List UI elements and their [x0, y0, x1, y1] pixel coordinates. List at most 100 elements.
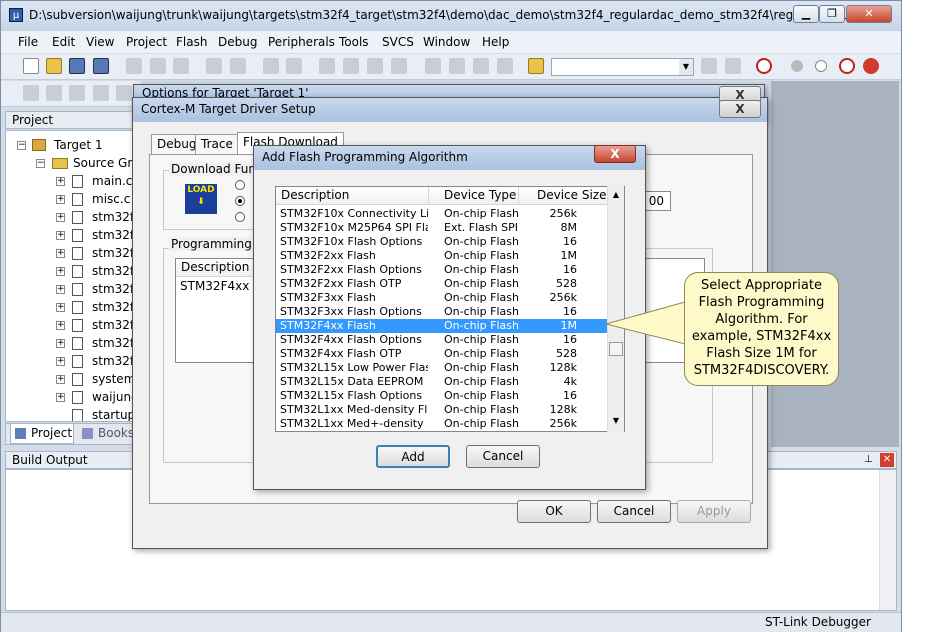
erase-full-radio[interactable] [235, 180, 245, 190]
bookmark-prev-icon[interactable] [343, 58, 359, 74]
tree-item-file[interactable]: misc.c [92, 190, 130, 208]
project-tree[interactable]: − Target 1 − Source Gro + main.c + misc.… [5, 130, 133, 422]
translate-icon[interactable] [23, 85, 39, 101]
cut-icon[interactable] [126, 58, 142, 74]
breakpoint-enable-icon[interactable] [815, 60, 827, 72]
apply-button[interactable]: Apply [677, 500, 751, 523]
algorithm-row[interactable]: STM32F4xx Flash On-chip Flash 1M [276, 319, 608, 333]
erase-sectors-radio[interactable] [235, 196, 245, 206]
menu-debug[interactable]: Debug [218, 35, 257, 49]
expand-icon[interactable]: + [56, 195, 65, 204]
expand-icon[interactable]: + [56, 231, 65, 240]
nav-forward-icon[interactable] [286, 58, 302, 74]
breakpoint-disable-icon[interactable] [839, 58, 855, 74]
chevron-down-icon[interactable]: ▼ [679, 59, 693, 75]
algorithm-row[interactable]: STM32L15x Flash Options On-chip Flash 16 [276, 389, 608, 403]
tree-item-file[interactable]: stm32f4 [92, 226, 132, 244]
column-device-size[interactable]: Device Size [519, 187, 608, 205]
pin-icon[interactable]: ⊥ [864, 454, 876, 466]
expand-icon[interactable]: + [56, 285, 65, 294]
cancel-button[interactable]: Cancel [597, 500, 671, 523]
find-in-files-icon[interactable] [528, 58, 544, 74]
rebuild-icon[interactable] [69, 85, 85, 101]
redo-icon[interactable] [230, 58, 246, 74]
add-flash-cancel-button[interactable]: Cancel [466, 445, 540, 468]
breakpoint-icon[interactable] [791, 60, 803, 72]
expand-icon[interactable]: + [56, 321, 65, 330]
build-output-scrollbar[interactable] [879, 470, 896, 610]
bookmark-icon[interactable] [319, 58, 335, 74]
menu-svcs[interactable]: SVCS [382, 35, 414, 49]
tree-item-file[interactable]: stm32f4 [92, 298, 132, 316]
collapse-icon[interactable]: − [36, 159, 45, 168]
debug-session-icon[interactable] [756, 58, 772, 74]
expand-icon[interactable]: + [56, 393, 65, 402]
tree-item-file[interactable]: stm32f4 [92, 244, 132, 262]
tree-item-file[interactable]: stm32f4 [92, 316, 132, 334]
open-folder-icon[interactable] [46, 58, 62, 74]
undo-icon[interactable] [206, 58, 222, 74]
tree-item-file[interactable]: waijung [92, 388, 132, 406]
comment-icon[interactable] [473, 58, 489, 74]
algorithm-row[interactable]: STM32L15x Data EEPROM On-chip Flash 4k [276, 375, 608, 389]
algorithm-row[interactable]: STM32F4xx Flash Options On-chip Flash 16 [276, 333, 608, 347]
tree-item-target[interactable]: Target 1 [54, 136, 103, 154]
expand-icon[interactable]: + [56, 213, 65, 222]
tab-project[interactable]: Project [10, 424, 74, 444]
load-icon[interactable] [116, 85, 132, 101]
incremental-find-icon[interactable] [725, 58, 741, 74]
algorithm-row[interactable]: STM32L1xx Med-density Flash On-chip Flash… [276, 403, 608, 417]
expand-icon[interactable]: + [56, 177, 65, 186]
tree-item-file[interactable]: stm32f4 [92, 334, 132, 352]
add-flash-close-button[interactable]: X [594, 145, 636, 163]
ok-button[interactable]: OK [517, 500, 591, 523]
flash-algorithm-list[interactable]: Description Device Type Device Size STM3… [275, 186, 625, 432]
expand-icon[interactable]: + [56, 267, 65, 276]
paste-icon[interactable] [173, 58, 189, 74]
algorithm-row[interactable]: STM32F10x Connectivity Lin... On-chip Fla… [276, 207, 608, 221]
algorithm-row[interactable]: STM32F10x Flash Options On-chip Flash 16 [276, 235, 608, 249]
copy-icon[interactable] [150, 58, 166, 74]
expand-icon[interactable]: + [56, 357, 65, 366]
algorithm-row[interactable]: STM32F2xx Flash OTP On-chip Flash 528 [276, 277, 608, 291]
scroll-up-icon[interactable]: ▲ [609, 188, 623, 202]
expand-icon[interactable]: + [56, 303, 65, 312]
outdent-icon[interactable] [449, 58, 465, 74]
column-device-type[interactable]: Device Type [429, 187, 519, 205]
minimize-button[interactable]: ▁ [793, 5, 819, 23]
menu-help[interactable]: Help [482, 35, 509, 49]
bookmark-clear-icon[interactable] [391, 58, 407, 74]
tree-item-file[interactable]: stm32f4 [92, 280, 132, 298]
nav-back-icon[interactable] [263, 58, 279, 74]
close-button[interactable]: ✕ [846, 5, 892, 23]
tree-item-file[interactable]: main.c [92, 172, 132, 190]
tree-item-file[interactable]: stm32f4 [92, 208, 132, 226]
algorithm-row[interactable]: STM32F3xx Flash On-chip Flash 256k [276, 291, 608, 305]
batch-build-icon[interactable] [93, 85, 109, 101]
expand-icon[interactable]: + [56, 249, 65, 258]
expand-icon[interactable]: + [56, 375, 65, 384]
menu-peripherals[interactable]: Peripherals [268, 35, 335, 49]
uncomment-icon[interactable] [497, 58, 513, 74]
target-driver-close-button[interactable]: X [719, 100, 761, 118]
tree-item-file[interactable]: stm32f4 [92, 352, 132, 370]
algorithm-row[interactable]: STM32F2xx Flash Options On-chip Flash 16 [276, 263, 608, 277]
menu-tools[interactable]: Tools [339, 35, 369, 49]
indent-icon[interactable] [425, 58, 441, 74]
algorithm-row[interactable]: STM32F3xx Flash Options On-chip Flash 16 [276, 305, 608, 319]
menu-edit[interactable]: Edit [52, 35, 75, 49]
save-all-icon[interactable] [93, 58, 109, 74]
column-description[interactable]: Description [276, 187, 429, 205]
scroll-down-icon[interactable]: ▼ [609, 414, 623, 428]
restore-button[interactable]: ❐ [819, 5, 845, 23]
tab-books[interactable]: Books [78, 424, 134, 444]
tab-trace[interactable]: Trace [195, 134, 239, 154]
add-button[interactable]: Add [376, 445, 450, 468]
algorithm-row[interactable]: STM32L15x Low Power Flash On-chip Flash 12… [276, 361, 608, 375]
tree-item-file[interactable]: system_ [92, 370, 132, 388]
close-panel-icon[interactable]: ✕ [880, 453, 894, 467]
find-combo[interactable]: ▼ [551, 58, 694, 76]
algorithm-row[interactable]: STM32F4xx Flash OTP On-chip Flash 528 [276, 347, 608, 361]
kill-breakpoints-icon[interactable] [863, 58, 879, 74]
do-not-erase-radio[interactable] [235, 212, 245, 222]
